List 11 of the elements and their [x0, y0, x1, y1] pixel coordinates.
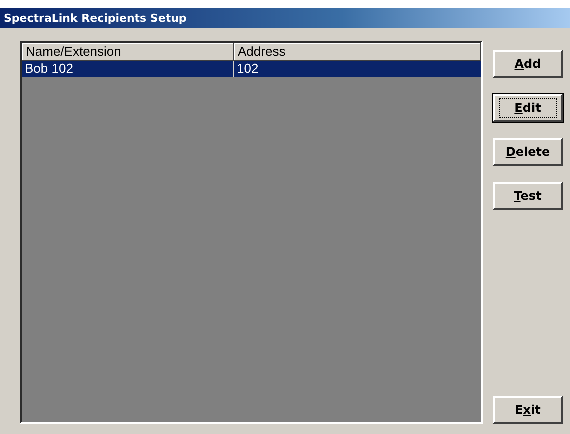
table-cell: Bob 102: [22, 61, 234, 77]
dialog-button[interactable]: Delete: [493, 138, 563, 166]
column-header[interactable]: Name/Extension: [22, 43, 234, 61]
table-cell-text: 102: [236, 61, 259, 77]
column-header[interactable]: Address: [234, 43, 481, 61]
dialog-button[interactable]: Add: [493, 50, 563, 78]
dialog-button[interactable]: Test: [493, 182, 563, 210]
dialog-button[interactable]: Edit: [493, 94, 563, 122]
window-title: SpectraLink Recipients Setup: [4, 12, 187, 24]
table-row[interactable]: Bob 102 102: [22, 61, 481, 77]
dialog-button[interactable]: Exit: [493, 396, 563, 424]
